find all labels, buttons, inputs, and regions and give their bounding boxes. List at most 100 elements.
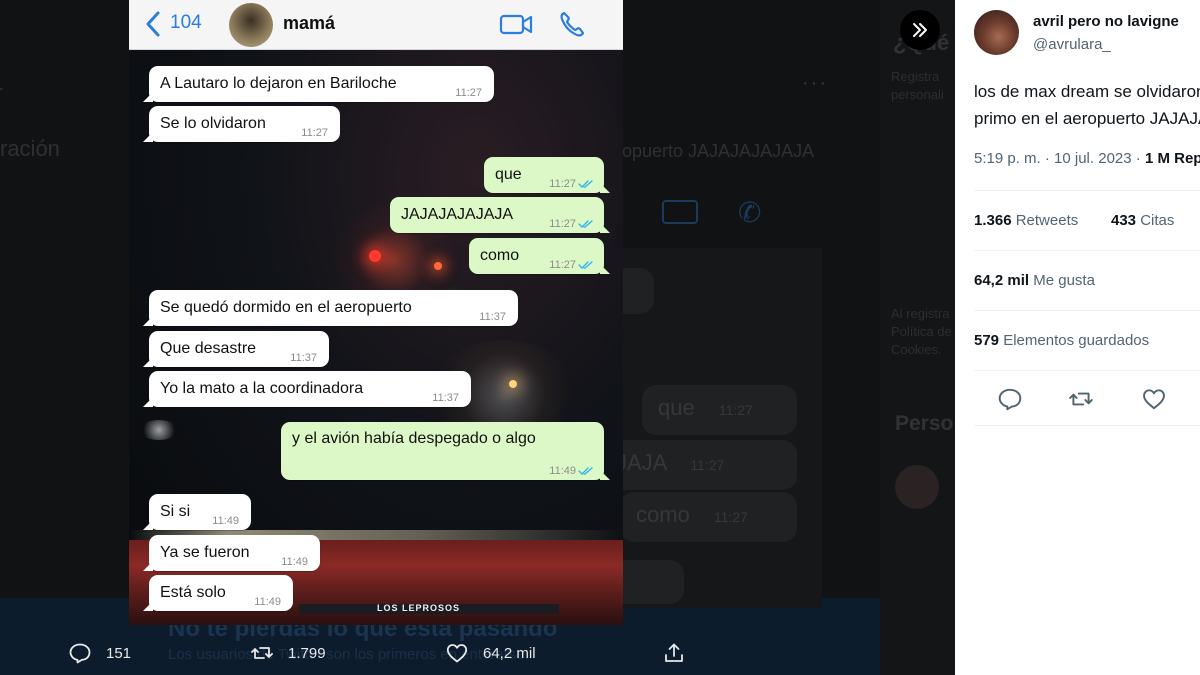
tweet-detail-panel: avril pero no lavigne @avrulara_ los de … <box>955 0 1200 675</box>
tweet-time[interactable]: 5:19 p. m. · 10 jul. 2023 · <box>974 150 1145 167</box>
message-text: y el avión había despegado o algo <box>292 430 536 447</box>
read-receipt-icon <box>578 261 593 269</box>
message-time: 11:27 <box>455 87 482 99</box>
background-heading: Perso <box>895 412 954 435</box>
read-receipt-icon <box>578 220 593 228</box>
retweet-icon[interactable] <box>1068 386 1094 412</box>
tweet-timestamp: 5:19 p. m. · 10 jul. 2023 · 1 M Reproduc… <box>974 150 1200 167</box>
message-time: 11:37 <box>432 392 459 404</box>
chevron-left-icon <box>146 11 160 37</box>
message-text: Que desastre <box>160 340 257 357</box>
message-text: Se lo olvidaron <box>160 115 266 132</box>
divider <box>974 250 1200 251</box>
incoming-message: Si si 11:49 <box>143 494 251 530</box>
background-phone-icon: ✆ <box>738 197 762 228</box>
message-time: 11:37 <box>290 352 317 364</box>
divider <box>974 425 1200 426</box>
message-time: 11:27 <box>301 127 328 139</box>
message-time: 11:49 <box>549 465 576 477</box>
retweets-stat[interactable]: 1.366 Retweets <box>974 212 1078 229</box>
background-bubble: como 11:27 <box>620 492 797 542</box>
background-bubble <box>622 268 654 314</box>
background-text: Registra personali <box>891 69 944 102</box>
message-text: A Lautaro lo dejaron en Bariloche <box>160 75 397 92</box>
tweet-media-image[interactable]: LOS LEPROSOS 104 mamá A Lautaro lo dejar… <box>129 0 623 625</box>
incoming-message: Está solo 11:49 <box>143 575 293 611</box>
read-receipt-icon <box>578 467 593 475</box>
incoming-message: Se lo olvidaron 11:27 <box>143 106 340 142</box>
outgoing-message: JAJAJAJAJAJA 11:27 <box>390 197 610 233</box>
message-time: 11:49 <box>254 596 281 608</box>
message-text: como <box>480 247 520 264</box>
incoming-message: A Lautaro lo dejaron en Bariloche 11:27 <box>143 66 494 102</box>
incoming-message: Que desastre 11:37 <box>143 331 329 367</box>
likes-stat[interactable]: 64,2 mil Me gusta <box>974 272 1095 289</box>
chevron-double-right-icon <box>913 23 927 37</box>
message-text: JAJAJAJAJAJA <box>401 206 514 223</box>
bookmarks-stat[interactable]: 579 Elementos guardados <box>974 332 1149 349</box>
outgoing-message: y el avión había despegado o algo 11:49 <box>281 422 610 480</box>
divider <box>974 370 1200 371</box>
contact-name: mamá <box>283 13 336 33</box>
background-text: ración <box>0 136 60 161</box>
share-button[interactable] <box>662 640 686 666</box>
background-bubble <box>622 560 684 604</box>
stadium-banner-text: LOS LEPROSOS <box>377 603 461 613</box>
message-time: 11:49 <box>212 515 239 527</box>
expand-panel-button[interactable] <box>900 10 940 50</box>
read-receipt-icon <box>578 180 593 188</box>
message-text: Si si <box>160 503 191 520</box>
outgoing-message: que 11:27 <box>484 157 610 193</box>
author-name[interactable]: avril pero no lavigne <box>1033 13 1179 30</box>
message-time: 11:27 <box>549 218 576 230</box>
background-video-icon <box>662 200 698 224</box>
contact-avatar <box>229 3 273 47</box>
divider <box>974 190 1200 191</box>
message-time: 11:37 <box>479 311 506 323</box>
reply-count: 151 <box>106 644 132 662</box>
tweet-views: 1 M Reproducciones <box>1144 150 1200 167</box>
incoming-message: Yo la mato a la coordinadora 11:37 <box>143 371 471 407</box>
background-bubble: JAJA 11:27 <box>600 440 797 490</box>
outgoing-message: como 11:27 <box>469 238 610 274</box>
reply-icon[interactable] <box>997 386 1023 412</box>
unread-count: 104 <box>170 12 202 33</box>
speech-bubble-icon <box>69 643 91 664</box>
message-text: Yo la mato a la coordinadora <box>160 380 364 397</box>
firework-spark <box>509 380 517 388</box>
firework-spark <box>369 250 381 262</box>
author-handle[interactable]: @avrulara_ <box>1033 36 1111 53</box>
message-text: Se quedó dormido en el aeropuerto <box>160 299 412 316</box>
stadium-light <box>139 420 179 440</box>
tweet-text: los de max dream se olvidaron a mi primo… <box>974 82 1200 128</box>
like-button[interactable]: 64,2 mil <box>445 640 536 666</box>
message-time: 11:49 <box>281 556 308 568</box>
reply-button[interactable]: 151 <box>68 640 131 666</box>
background-text: r <box>0 82 3 105</box>
chat-header: 104 mamá <box>129 0 623 50</box>
incoming-message: Ya se fueron 11:49 <box>143 535 320 571</box>
quotes-stat[interactable]: 433 Citas <box>1111 212 1174 229</box>
divider <box>974 310 1200 311</box>
heart-icon <box>446 644 468 663</box>
background-tweet-text: opuerto JAJAJAJAJAJA <box>622 141 815 161</box>
message-text: Ya se fueron <box>160 544 250 561</box>
message-text: que <box>495 166 522 183</box>
retweet-count: 1.799 <box>288 644 326 662</box>
background-text: Al registra Política de Cookies. <box>891 306 952 357</box>
more-dots-icon: ··· <box>802 72 828 94</box>
author-avatar[interactable] <box>974 10 1019 55</box>
like-count: 64,2 mil <box>483 644 536 662</box>
phone-icon <box>560 11 585 37</box>
message-text: Está solo <box>160 584 226 601</box>
firework-spark <box>434 262 442 270</box>
retweet-arrows-icon <box>251 647 273 659</box>
background-bubble: que 11:27 <box>642 385 797 435</box>
retweet-button[interactable]: 1.799 <box>250 640 326 666</box>
heart-icon[interactable] <box>1141 386 1167 412</box>
share-upload-icon <box>665 643 683 662</box>
background-avatar <box>895 465 939 509</box>
video-camera-icon <box>499 14 533 35</box>
message-time: 11:27 <box>549 259 576 271</box>
incoming-message: Se quedó dormido en el aeropuerto 11:37 <box>143 290 518 326</box>
